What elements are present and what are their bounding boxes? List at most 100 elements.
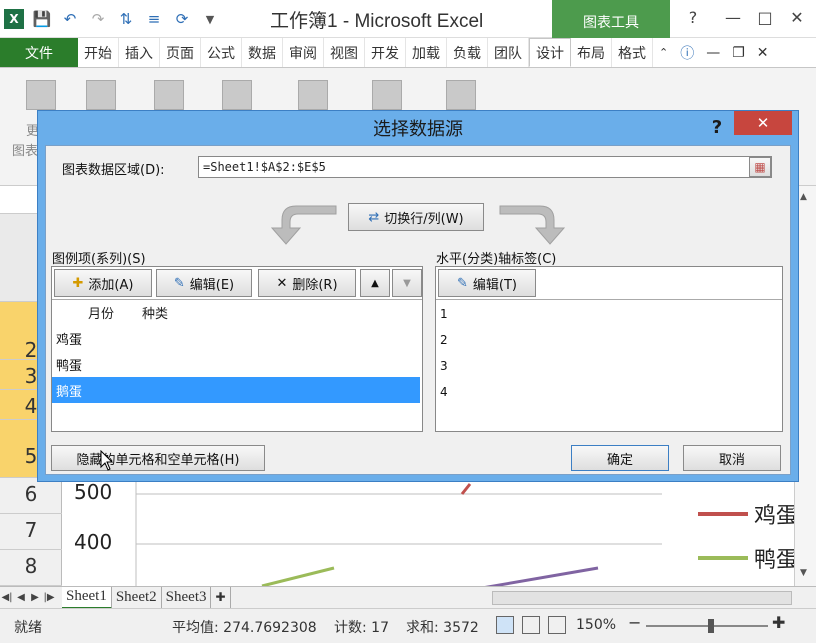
help-circle-icon[interactable]: ⓘ	[674, 38, 700, 67]
dialog-title: 选择数据源	[373, 119, 463, 140]
first-sheet-icon[interactable]: ◀|	[0, 592, 14, 603]
category-item-4[interactable]: 4	[436, 379, 776, 405]
edit-icon: ✎	[173, 275, 185, 291]
redo-icon[interactable]: ↷	[88, 9, 108, 29]
help-icon[interactable]: ?	[678, 4, 708, 30]
status-bar: 就绪 平均值: 274.7692308 计数: 17 求和: 3572 150%…	[0, 608, 816, 643]
row-header-6[interactable]: 6	[0, 478, 62, 514]
status-sum: 求和: 3572	[406, 620, 479, 636]
switch-label: 切换行/列(W)	[384, 211, 464, 227]
tab-formulas[interactable]: 公式	[201, 38, 242, 67]
scroll-down-icon[interactable]: ▼	[800, 568, 807, 578]
series-toolbar-divider	[52, 299, 422, 300]
last-sheet-icon[interactable]: |▶	[42, 592, 56, 603]
prev-sheet-icon[interactable]: ◀	[14, 592, 28, 603]
zoom-slider-thumb[interactable]	[708, 619, 714, 633]
dialog-help-icon[interactable]: ?	[706, 115, 728, 139]
workbook-close-icon[interactable]: ✕	[751, 38, 775, 67]
collapse-ribbon-icon[interactable]: ⌃	[653, 38, 674, 67]
category-toolbar-divider	[436, 299, 782, 300]
chart-tools-context-tab: 图表工具	[552, 0, 670, 38]
row-header-8[interactable]: 8	[0, 550, 62, 586]
excel-logo-icon: X	[4, 9, 24, 29]
hidden-empty-cells-button[interactable]: 隐藏的单元格和空单元格(H)	[51, 445, 265, 471]
refresh-icon[interactable]: ⟳	[172, 9, 192, 29]
edit-category-button[interactable]: ✎ 编辑(T)	[438, 269, 536, 297]
chart-style-icon[interactable]	[372, 80, 402, 110]
move-chart-icon[interactable]	[446, 80, 476, 110]
insert-sheet-icon[interactable]: ✚	[211, 586, 231, 609]
tab-design[interactable]: 设计	[529, 38, 571, 67]
maximize-button[interactable]: □	[750, 4, 780, 30]
category-item-3[interactable]: 3	[436, 353, 776, 379]
dialog-close-button[interactable]: ✕	[734, 111, 792, 135]
tab-data[interactable]: 数据	[242, 38, 283, 67]
switch-row-column-button[interactable]: ⇄ 切换行/列(W)	[348, 203, 484, 231]
edit-series-button[interactable]: ✎ 编辑(E)	[156, 269, 252, 297]
tab-review[interactable]: 审阅	[283, 38, 324, 67]
horizontal-scrollbar[interactable]	[492, 590, 792, 605]
delete-series-button[interactable]: ✕ 删除(R)	[258, 269, 356, 297]
arrow-right-icon	[499, 205, 566, 245]
tab-home[interactable]: 开始	[78, 38, 119, 67]
save-icon[interactable]: 💾	[32, 9, 52, 29]
change-chart-type-icon[interactable]	[26, 80, 56, 110]
workbook-minimize-icon[interactable]: —	[700, 38, 726, 67]
scroll-up-icon[interactable]: ▲	[800, 192, 807, 202]
tab-developer[interactable]: 开发	[365, 38, 406, 67]
range-input[interactable]: =Sheet1!$A$2:$E$5	[198, 156, 772, 178]
range-label: 图表数据区域(D):	[62, 163, 165, 178]
edit-series-label: 编辑(E)	[189, 277, 235, 293]
cancel-button[interactable]: 取消	[683, 445, 781, 471]
next-sheet-icon[interactable]: ▶	[28, 592, 42, 603]
series-item-chicken[interactable]: 鸡蛋	[52, 325, 420, 351]
chart-layout-icon[interactable]	[298, 80, 328, 110]
customize-qat-icon[interactable]: ▼	[200, 9, 220, 29]
legend-label-egg-chicken: 鸡蛋	[754, 504, 794, 529]
tab-insert[interactable]: 插入	[119, 38, 160, 67]
undo-icon[interactable]: ↶	[60, 9, 80, 29]
save-template-icon[interactable]	[86, 80, 116, 110]
tab-team[interactable]: 团队	[488, 38, 529, 67]
category-item-2[interactable]: 2	[436, 327, 776, 353]
delete-series-label: 删除(R)	[292, 277, 338, 293]
sheet-tab-3[interactable]: Sheet3	[162, 586, 212, 609]
zoom-out-icon[interactable]: −	[628, 613, 641, 632]
sort-icon[interactable]: ⇅	[116, 9, 136, 29]
tab-addins[interactable]: 加载	[406, 38, 447, 67]
move-down-icon[interactable]: ▼	[392, 269, 422, 297]
tab-load[interactable]: 负载	[447, 38, 488, 67]
zoom-level[interactable]: 150%	[576, 617, 616, 633]
sheet-tab-2[interactable]: Sheet2	[112, 586, 162, 609]
tab-view[interactable]: 视图	[324, 38, 365, 67]
sheet-tab-1[interactable]: Sheet1	[62, 586, 112, 609]
series-item-duck[interactable]: 鸭蛋	[52, 351, 420, 377]
tab-layout[interactable]: 布局	[571, 38, 612, 67]
tab-page-layout[interactable]: 页面	[160, 38, 201, 67]
tab-file[interactable]: 文件	[0, 38, 78, 67]
page-layout-view-icon[interactable]	[522, 616, 540, 634]
category-item-1[interactable]: 1	[436, 301, 776, 327]
zoom-slider[interactable]	[646, 625, 768, 627]
tab-format[interactable]: 格式	[612, 38, 653, 67]
switch-row-column-icon[interactable]	[154, 80, 184, 110]
ok-button[interactable]: 确定	[571, 445, 669, 471]
sheet-tab-bar: ◀| ◀ ▶ |▶ Sheet1 Sheet2 Sheet3 ✚	[0, 586, 816, 609]
range-collapse-icon[interactable]: ▦	[749, 157, 771, 177]
page-break-view-icon[interactable]	[548, 616, 566, 634]
move-up-icon[interactable]: ▲	[360, 269, 390, 297]
series-item-goose[interactable]: 鹅蛋	[52, 377, 420, 403]
close-window-button[interactable]: ✕	[782, 4, 812, 30]
title-bar: X 💾 ↶ ↷ ⇅ ≡ ⟳ ▼ 工作簿1 - Microsoft Excel 图…	[0, 0, 816, 38]
category-panel: ✎ 编辑(T) 1 2 3 4	[435, 266, 783, 432]
minimize-button[interactable]: —	[718, 4, 748, 30]
workbook-restore-icon[interactable]: ❐	[726, 38, 751, 67]
add-series-button[interactable]: ✚ 添加(A)	[54, 269, 152, 297]
add-icon: ✚	[72, 275, 84, 291]
select-data-icon[interactable]	[222, 80, 252, 110]
row-header-7[interactable]: 7	[0, 514, 62, 550]
normal-view-icon[interactable]	[496, 616, 514, 634]
zoom-in-icon[interactable]: ✚	[772, 613, 785, 632]
filter-icon[interactable]: ≡	[144, 9, 164, 29]
series-line-goose	[484, 566, 599, 586]
